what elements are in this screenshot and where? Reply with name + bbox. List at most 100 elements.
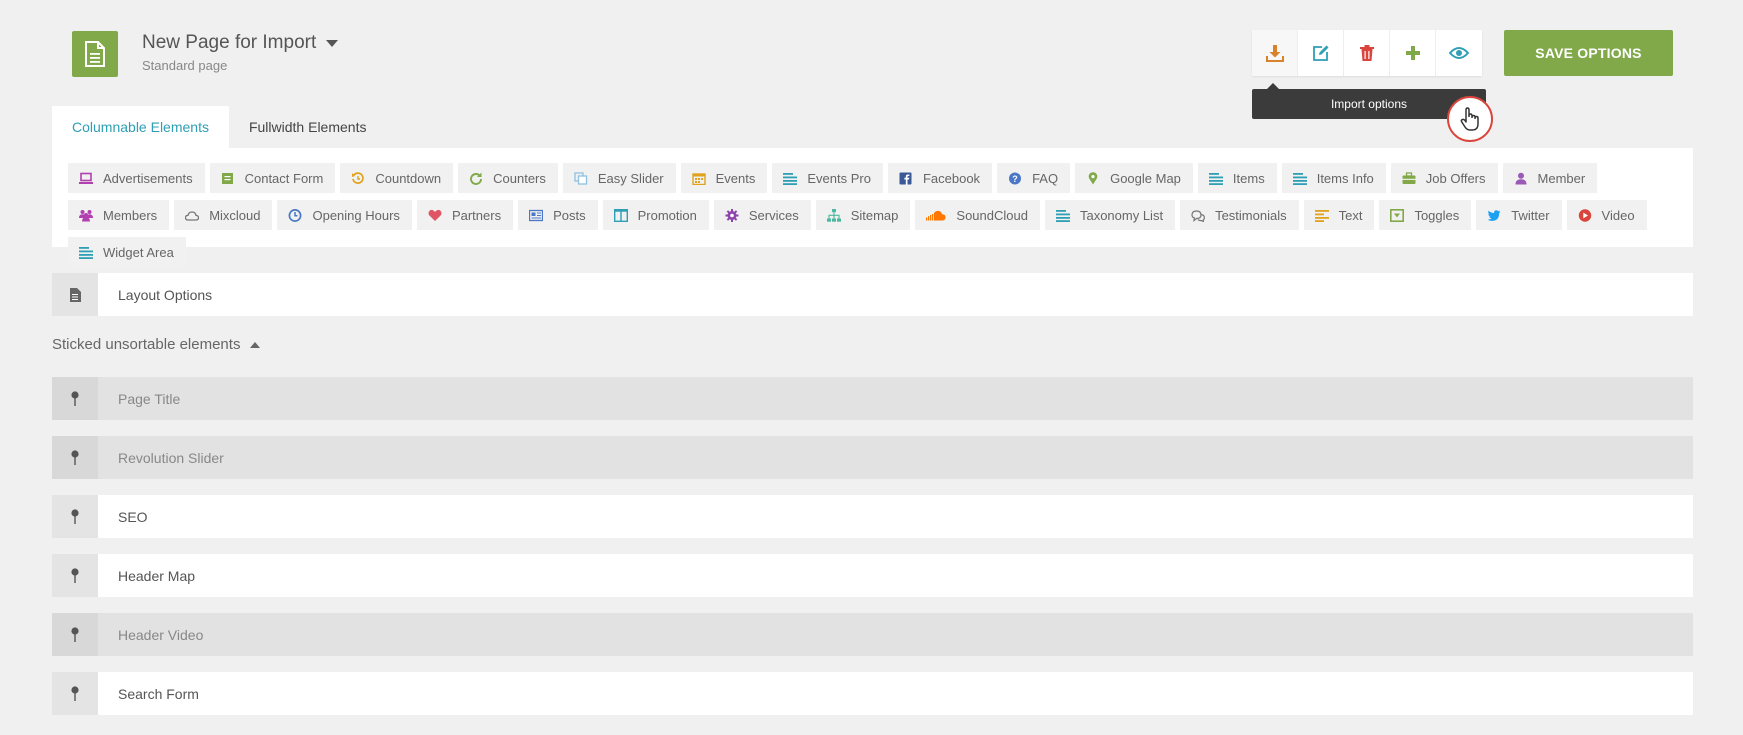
element-chip-twitter[interactable]: Twitter bbox=[1476, 200, 1562, 230]
page-type: Standard page bbox=[142, 58, 228, 73]
eye-icon bbox=[1449, 47, 1469, 59]
element-chip-partners[interactable]: Partners bbox=[416, 200, 514, 230]
pin-icon bbox=[52, 672, 98, 715]
comments-icon bbox=[1191, 209, 1206, 222]
import-button[interactable] bbox=[1252, 30, 1298, 76]
layout-options-label: Layout Options bbox=[118, 286, 213, 303]
element-chip-widget-area[interactable]: Widget Area bbox=[68, 237, 186, 267]
history-icon bbox=[351, 171, 365, 185]
import-icon bbox=[1265, 45, 1284, 62]
element-chip-facebook[interactable]: Facebook bbox=[887, 163, 993, 193]
page-title[interactable]: New Page for Import bbox=[142, 32, 339, 54]
refresh-icon bbox=[469, 172, 483, 185]
element-tabs: Columnable Elements Fullwidth Elements bbox=[52, 106, 386, 148]
soundcloud-icon bbox=[926, 209, 946, 222]
pin-icon bbox=[52, 495, 98, 538]
element-chip-label: Items Info bbox=[1316, 170, 1374, 186]
form-icon bbox=[221, 172, 235, 185]
cog-icon bbox=[725, 208, 739, 222]
tab-fullwidth-elements[interactable]: Fullwidth Elements bbox=[229, 106, 387, 148]
element-chip-label: Toggles bbox=[1414, 207, 1460, 223]
tab-columnable-elements[interactable]: Columnable Elements bbox=[52, 106, 229, 148]
copy-icon bbox=[574, 171, 588, 185]
trash-icon bbox=[1359, 45, 1374, 61]
element-chip-label: Google Map bbox=[1110, 170, 1181, 186]
edit-icon bbox=[1312, 45, 1328, 61]
sticked-row-revolution-slider: Revolution Slider bbox=[52, 436, 1693, 479]
element-chip-label: Items bbox=[1232, 170, 1265, 186]
play-icon bbox=[1578, 208, 1592, 222]
add-button[interactable] bbox=[1390, 30, 1436, 76]
sticked-elements-toggle[interactable]: Sticked unsortable elements bbox=[52, 336, 261, 353]
element-chip-label: Partners bbox=[451, 207, 502, 223]
element-chip-mixcloud[interactable]: Mixcloud bbox=[174, 200, 273, 230]
lines-icon bbox=[79, 246, 93, 259]
map-pin-icon bbox=[1086, 171, 1100, 185]
element-chip-label: Events Pro bbox=[807, 170, 871, 186]
hand-cursor-icon bbox=[1447, 96, 1493, 142]
element-chip-faq[interactable]: ? FAQ bbox=[997, 163, 1071, 193]
laptop-icon bbox=[79, 172, 93, 185]
element-chip-easy-slider[interactable]: Easy Slider bbox=[562, 163, 676, 193]
sticked-row-header-map[interactable]: Header Map bbox=[52, 554, 1693, 597]
element-chip-label: SoundCloud bbox=[956, 207, 1028, 223]
element-chip-items-info[interactable]: Items Info bbox=[1281, 163, 1386, 193]
element-chip-video[interactable]: Video bbox=[1566, 200, 1647, 230]
page-title-text: New Page for Import bbox=[142, 32, 317, 53]
users-icon bbox=[79, 209, 93, 222]
element-chip-testimonials[interactable]: Testimonials bbox=[1180, 200, 1299, 230]
chevron-down-icon[interactable] bbox=[326, 39, 339, 47]
toggle-icon bbox=[1390, 208, 1405, 222]
svg-text:?: ? bbox=[1012, 174, 1018, 184]
lines-icon bbox=[1208, 172, 1223, 185]
element-chip-items[interactable]: Items bbox=[1197, 163, 1277, 193]
element-chip-label: Widget Area bbox=[103, 244, 174, 260]
element-chip-label: Job Offers bbox=[1425, 170, 1486, 186]
element-chip-events[interactable]: Events bbox=[680, 163, 768, 193]
element-chip-taxonomy-list[interactable]: Taxonomy List bbox=[1044, 200, 1176, 230]
element-chip-text[interactable]: Text bbox=[1303, 200, 1375, 230]
element-chip-events-pro[interactable]: Events Pro bbox=[772, 163, 883, 193]
sticked-row-label: Revolution Slider bbox=[118, 449, 224, 466]
preview-button[interactable] bbox=[1436, 30, 1482, 76]
pin-icon bbox=[52, 377, 98, 420]
sticked-row-header-video: Header Video bbox=[52, 613, 1693, 656]
element-chip-member[interactable]: Member bbox=[1502, 163, 1598, 193]
element-chip-contact-form[interactable]: Contact Form bbox=[209, 163, 336, 193]
sticked-row-label: Search Form bbox=[118, 685, 199, 702]
element-chip-label: Text bbox=[1338, 207, 1363, 223]
element-chip-members[interactable]: Members bbox=[68, 200, 170, 230]
element-chip-label: Facebook bbox=[922, 170, 981, 186]
pin-icon bbox=[52, 436, 98, 479]
element-chip-soundcloud[interactable]: SoundCloud bbox=[915, 200, 1040, 230]
question-icon: ? bbox=[1008, 172, 1022, 185]
element-chip-label: Easy Slider bbox=[597, 170, 664, 186]
sticked-row-seo[interactable]: SEO bbox=[52, 495, 1693, 538]
element-chip-counters[interactable]: Counters bbox=[458, 163, 558, 193]
delete-button[interactable] bbox=[1344, 30, 1390, 76]
edit-button[interactable] bbox=[1298, 30, 1344, 76]
clock-icon bbox=[288, 208, 302, 222]
pin-icon bbox=[52, 613, 98, 656]
columns-icon bbox=[613, 208, 628, 222]
element-chip-posts[interactable]: Posts bbox=[518, 200, 598, 230]
sticked-row-search-form[interactable]: Search Form bbox=[52, 672, 1693, 715]
element-chip-label: Countdown bbox=[375, 170, 442, 186]
document-icon bbox=[52, 273, 98, 316]
chevron-up-icon[interactable] bbox=[250, 341, 261, 348]
save-options-button[interactable]: SAVE OPTIONS bbox=[1504, 30, 1673, 76]
element-chip-job-offers[interactable]: Job Offers bbox=[1390, 163, 1498, 193]
element-chip-services[interactable]: Services bbox=[713, 200, 811, 230]
element-chip-label: Opening Hours bbox=[312, 207, 400, 223]
element-chip-toggles[interactable]: Toggles bbox=[1379, 200, 1472, 230]
element-chip-advertisements[interactable]: Advertisements bbox=[68, 163, 205, 193]
element-chip-opening-hours[interactable]: Opening Hours bbox=[277, 200, 412, 230]
element-chip-google-map[interactable]: Google Map bbox=[1075, 163, 1193, 193]
element-chip-label: Posts bbox=[553, 207, 586, 223]
element-chip-sitemap[interactable]: Sitemap bbox=[815, 200, 911, 230]
element-chip-countdown[interactable]: Countdown bbox=[340, 163, 454, 193]
layout-options-row[interactable]: Layout Options bbox=[52, 273, 1693, 316]
element-chip-label: Sitemap bbox=[850, 207, 899, 223]
element-chip-promotion[interactable]: Promotion bbox=[602, 200, 709, 230]
heart-icon bbox=[428, 209, 442, 222]
